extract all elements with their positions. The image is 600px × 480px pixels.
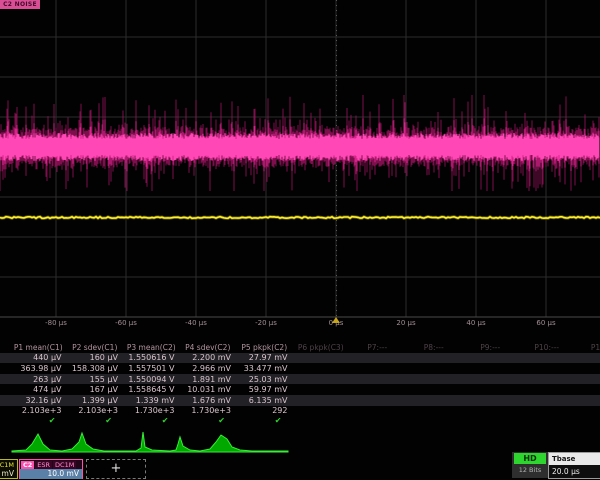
- measure-row-mean: 363.98 µV158.308 µV1.557501 V2.966 mV33.…: [0, 363, 600, 374]
- measure-table-header-row: P1 mean(C1)P2 sdev(C1)P3 mean(C2)P4 sdev…: [0, 342, 600, 353]
- measure-mean-p5: 33.477 mV: [236, 364, 293, 373]
- measure-sdev-p1: 32.16 µV: [10, 396, 67, 405]
- measure-num-p2: 2.103e+3: [67, 406, 124, 415]
- c1-scale-value: 10.0 mV: [0, 469, 17, 479]
- param-header-1[interactable]: P1 mean(C1): [10, 343, 67, 352]
- measure-row-sdev: 32.16 µV1.399 µV1.339 mV1.676 mV6.135 mV: [0, 395, 600, 406]
- measure-table: P1 mean(C1)P2 sdev(C1)P3 mean(C2)P4 sdev…: [0, 342, 600, 427]
- param-header-5[interactable]: P5 pkpk(C2): [236, 343, 293, 352]
- bits-label: 12 Bits: [512, 464, 548, 476]
- measure-mean-p2: 158.308 µV: [67, 364, 124, 373]
- measure-value-p1: 440 µV: [10, 353, 67, 362]
- time-axis-label: -80 µs: [45, 319, 67, 327]
- measure-num-p5: 292: [236, 406, 293, 415]
- timebase-descriptor[interactable]: Tbase 20.0 µs: [548, 452, 600, 479]
- param-header-2[interactable]: P2 sdev(C1): [67, 343, 124, 352]
- measurement-histicons[interactable]: [12, 432, 288, 452]
- measure-mean-p3: 1.557501 V: [123, 364, 180, 373]
- channel-c1-descriptor[interactable]: C1 DC1M 10.0 mV: [0, 459, 18, 479]
- param-header-9[interactable]: P9:---: [462, 343, 519, 352]
- measure-value-p2: 160 µV: [67, 353, 124, 362]
- param-status-check-p2: ✔: [67, 416, 124, 426]
- measure-min-p5: 25.03 mV: [236, 375, 293, 384]
- measure-row-min: 263 µV155 µV1.550094 V1.891 mV25.03 mV: [0, 374, 600, 385]
- measure-mean-p4: 2.966 mV: [180, 364, 237, 373]
- measure-value-p5: 27.97 mV: [236, 353, 293, 362]
- time-axis-label: -20 µs: [255, 319, 277, 327]
- channel-c2-descriptor[interactable]: C2 ESR DC1M 10.0 mV: [19, 459, 83, 479]
- param-header-11[interactable]: P11:---: [575, 343, 600, 352]
- measure-max-p5: 59.97 mV: [236, 385, 293, 394]
- c2-label: C2: [21, 461, 34, 469]
- measure-min-p2: 155 µV: [67, 375, 124, 384]
- param-status-check-p3: ✔: [123, 416, 180, 426]
- oscilloscope-screen: C2 NOISE -100 µs-80 µs-60 µs-40 µs-20 µs…: [0, 0, 600, 480]
- trace-label-badge: C2 NOISE: [0, 0, 40, 9]
- param-status-check-p5: ✔: [236, 416, 293, 426]
- measure-num-p3: 1.730e+3: [123, 406, 180, 415]
- measure-row-num: 2.103e+32.103e+31.730e+31.730e+3292: [0, 406, 600, 417]
- time-axis-label: -60 µs: [115, 319, 137, 327]
- param-header-10[interactable]: P10:---: [519, 343, 576, 352]
- measure-row-value: 440 µV160 µV1.550616 V2.200 mV27.97 mV: [0, 353, 600, 364]
- measure-mean-p1: 363.98 µV: [10, 364, 67, 373]
- acquisition-mode-panel: HD 12 Bits: [512, 452, 548, 478]
- measure-max-p4: 10.031 mV: [180, 385, 237, 394]
- measure-value-p3: 1.550616 V: [123, 353, 180, 362]
- param-status-check-p4: ✔: [180, 416, 237, 426]
- measure-max-p1: 474 µV: [10, 385, 67, 394]
- param-status-check-p1: ✔: [10, 416, 67, 426]
- measure-row-status: ✔✔✔✔✔: [0, 416, 600, 427]
- c2-coupling-label: DC1M: [53, 461, 76, 469]
- c2-trace-core[interactable]: [0, 133, 599, 161]
- add-trace-button[interactable]: +: [86, 459, 146, 479]
- time-axis-label: 20 µs: [396, 319, 415, 327]
- measure-num-p1: 2.103e+3: [10, 406, 67, 415]
- c2-esr-badge: ESR: [35, 461, 52, 469]
- c1-coupling-label: DC1M: [0, 461, 16, 469]
- time-axis-label: 60 µs: [536, 319, 555, 327]
- measure-sdev-p5: 6.135 mV: [236, 396, 293, 405]
- c2-scale-value: 10.0 mV: [20, 469, 82, 479]
- measure-max-p3: 1.558645 V: [123, 385, 180, 394]
- measure-min-p1: 263 µV: [10, 375, 67, 384]
- param-header-6[interactable]: P6 pkpk(C3): [293, 343, 350, 352]
- timebase-label: Tbase: [549, 453, 600, 465]
- trigger-position-marker[interactable]: [332, 317, 340, 323]
- measure-sdev-p3: 1.339 mV: [123, 396, 180, 405]
- timebase-value: 20.0 µs: [549, 465, 600, 478]
- measure-num-p4: 1.730e+3: [180, 406, 237, 415]
- measure-row-max: 474 µV167 µV1.558645 V10.031 mV59.97 mV: [0, 384, 600, 395]
- param-header-7[interactable]: P7:---: [349, 343, 406, 352]
- hd-mode-badge: HD: [514, 453, 546, 464]
- measure-value-p4: 2.200 mV: [180, 353, 237, 362]
- measure-max-p2: 167 µV: [67, 385, 124, 394]
- param-header-3[interactable]: P3 mean(C2): [123, 343, 180, 352]
- measure-min-p4: 1.891 mV: [180, 375, 237, 384]
- time-axis-label: -40 µs: [185, 319, 207, 327]
- measure-min-p3: 1.550094 V: [123, 375, 180, 384]
- time-axis-label: 40 µs: [466, 319, 485, 327]
- measure-sdev-p2: 1.399 µV: [67, 396, 124, 405]
- param-header-8[interactable]: P8:---: [406, 343, 463, 352]
- measure-sdev-p4: 1.676 mV: [180, 396, 237, 405]
- param-header-4[interactable]: P4 sdev(C2): [180, 343, 237, 352]
